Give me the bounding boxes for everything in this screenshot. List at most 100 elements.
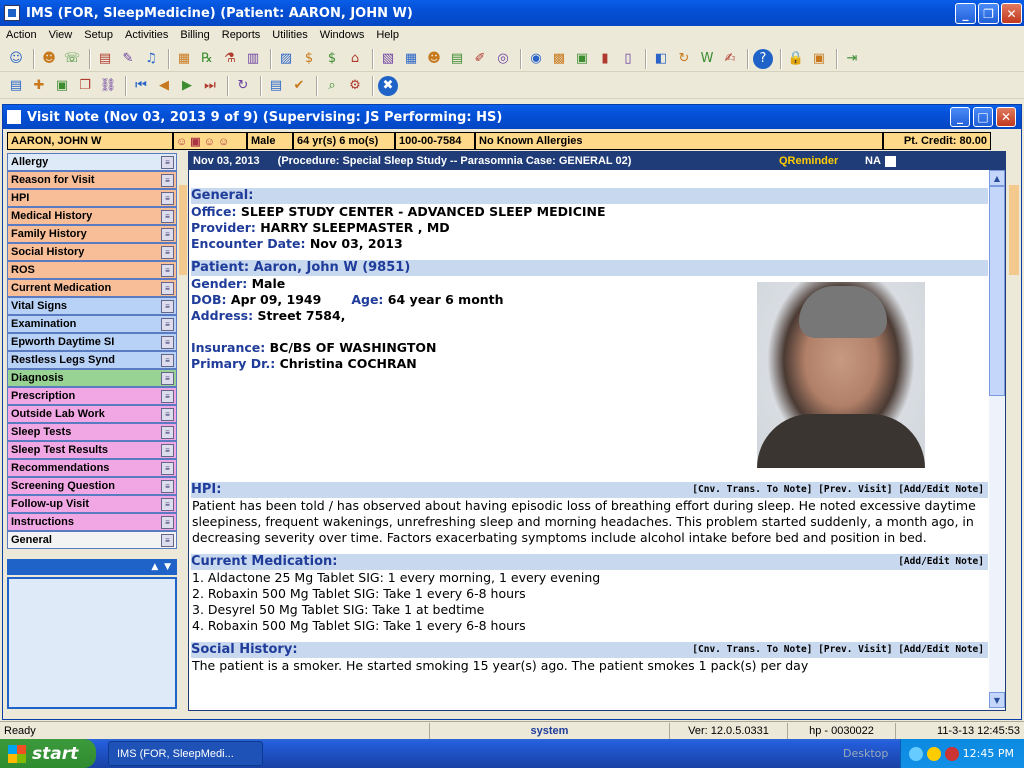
patient-icons[interactable]: ☺ ▣ ☺ ☺ [173, 132, 247, 150]
nav-scroll-arrows[interactable]: ▲ ▼ [7, 559, 177, 575]
new-icon[interactable]: ✚ [29, 76, 49, 96]
nav-item-medical-history[interactable]: Medical History ≡ [7, 207, 177, 225]
note-icon[interactable]: ≡ [161, 209, 174, 223]
minimize-button[interactable]: _ [955, 3, 976, 24]
gear-icon[interactable]: ⚙ [345, 76, 365, 96]
nav-item-family-history[interactable]: Family History ≡ [7, 225, 177, 243]
menu-utilities[interactable]: Utilities [266, 29, 313, 41]
start-button[interactable]: start [0, 739, 96, 768]
restore-button[interactable]: ❐ [978, 3, 999, 24]
note-icon[interactable]: ≡ [161, 191, 174, 205]
menu-windows[interactable]: Windows [314, 29, 371, 41]
note-icon[interactable]: ≡ [161, 155, 174, 169]
reload-icon[interactable]: ↻ [233, 76, 253, 96]
nav-item-sleep-tests[interactable]: Sleep Tests ≡ [7, 423, 177, 441]
note-icon[interactable]: ≡ [161, 461, 174, 475]
visit-maximize-button[interactable]: □ [973, 107, 993, 127]
menu-setup[interactable]: Setup [78, 29, 119, 41]
copy-icon[interactable]: ❐ [75, 76, 95, 96]
note-icon[interactable]: ≡ [161, 497, 174, 511]
right-splitter-tab[interactable] [1009, 185, 1019, 275]
visit-close-button[interactable]: ✕ [996, 107, 1016, 127]
note-icon[interactable]: ≡ [161, 299, 174, 313]
nav-item-diagnosis[interactable]: Diagnosis ≡ [7, 369, 177, 387]
na-toggle[interactable]: NA [865, 155, 896, 167]
nav-item-follow-up-visit[interactable]: Follow-up Visit ≡ [7, 495, 177, 513]
nav-item-prescription[interactable]: Prescription ≡ [7, 387, 177, 405]
nav-item-current-medication[interactable]: Current Medication ≡ [7, 279, 177, 297]
nav-item-allergy[interactable]: Allergy ≡ [7, 153, 177, 171]
close-button[interactable]: ✕ [1001, 3, 1022, 24]
globe-icon[interactable]: ◎ [493, 49, 513, 69]
nav-item-vital-signs[interactable]: Vital Signs ≡ [7, 297, 177, 315]
refresh-icon[interactable]: ↻ [674, 49, 694, 69]
dollar-card-icon[interactable]: $ [322, 49, 342, 69]
chart-icon[interactable]: ▦ [174, 49, 194, 69]
nav-item-examination[interactable]: Examination ≡ [7, 315, 177, 333]
dollar-icon[interactable]: $ [299, 49, 319, 69]
desktop-link[interactable]: Desktop [843, 747, 888, 760]
open-icon[interactable]: ▤ [6, 76, 26, 96]
menu-billing[interactable]: Billing [174, 29, 215, 41]
bar-chart-icon[interactable]: ▮ [595, 49, 615, 69]
note-icon[interactable]: ≡ [161, 389, 174, 403]
hpi-actions[interactable]: [Cnv. Trans. To Note] [Prev. Visit] [Add… [692, 482, 984, 498]
lock-icon[interactable]: 🔒 [786, 49, 806, 69]
nav-item-hpi[interactable]: HPI ≡ [7, 189, 177, 207]
invoice-icon[interactable]: ▧ [378, 49, 398, 69]
bank-icon[interactable]: ⌂ [345, 49, 365, 69]
search-icon[interactable]: ⌕ [322, 76, 342, 96]
note-icon[interactable]: ✍ [720, 49, 740, 69]
nav-item-epworth-daytime-si[interactable]: Epworth Daytime SI ≡ [7, 333, 177, 351]
tray-arrow-icon[interactable] [908, 746, 923, 761]
people-icon[interactable]: ☻ [424, 49, 444, 69]
nav-item-ros[interactable]: ROS ≡ [7, 261, 177, 279]
taskbar-item-ims[interactable]: IMS (FOR, SleepMedi... [108, 741, 263, 766]
clipboard-icon[interactable]: ▤ [266, 76, 286, 96]
word-icon[interactable]: W [697, 49, 717, 69]
menu-reports[interactable]: Reports [216, 29, 267, 41]
link-icon[interactable]: ⛓ [98, 76, 118, 96]
flask-icon[interactable]: ⚗ [220, 49, 240, 69]
note-icon[interactable]: ≡ [161, 515, 174, 529]
save-icon[interactable]: ▣ [52, 76, 72, 96]
nav-item-recommendations[interactable]: Recommendations ≡ [7, 459, 177, 477]
edit-icon[interactable]: ✎ [118, 49, 138, 69]
nav-item-restless-legs-synd[interactable]: Restless Legs Synd ≡ [7, 351, 177, 369]
form-icon[interactable]: ▣ [572, 49, 592, 69]
note-icon[interactable]: ≡ [161, 335, 174, 349]
nav-item-outside-lab-work[interactable]: Outside Lab Work ≡ [7, 405, 177, 423]
users-icon[interactable]: ☻ [39, 49, 59, 69]
note-icon[interactable]: ≡ [161, 443, 174, 457]
grid-icon[interactable]: ▦ [401, 49, 421, 69]
nav-item-screening-question[interactable]: Screening Question ≡ [7, 477, 177, 495]
user-icon[interactable]: ☺ [6, 49, 26, 69]
note-icon[interactable]: ≡ [161, 281, 174, 295]
menu-help[interactable]: Help [370, 29, 405, 41]
scroll-up-icon[interactable]: ▲ [989, 170, 1005, 186]
scroll-down-icon[interactable]: ▼ [989, 692, 1005, 708]
close-icon[interactable]: ✖ [378, 75, 398, 96]
note-icon[interactable]: ≡ [161, 263, 174, 277]
layers-icon[interactable]: ◧ [651, 49, 671, 69]
note-icon[interactable]: ≡ [161, 173, 174, 187]
tray-bluetooth-icon[interactable] [944, 746, 959, 761]
world-icon[interactable]: ◉ [526, 49, 546, 69]
tray-flower-icon[interactable] [926, 746, 941, 761]
left-splitter-tab[interactable] [179, 185, 187, 275]
first-icon[interactable]: ⏮ [131, 76, 151, 96]
menu-action[interactable]: Action [0, 29, 43, 41]
pen-icon[interactable]: ✐ [470, 49, 490, 69]
check-icon[interactable]: ✔ [289, 76, 309, 96]
nav-item-social-history[interactable]: Social History ≡ [7, 243, 177, 261]
mic-icon[interactable]: ♫ [141, 49, 161, 69]
nav-item-instructions[interactable]: Instructions ≡ [7, 513, 177, 531]
note-icon[interactable]: ≡ [161, 479, 174, 493]
lock2-icon[interactable]: ▣ [809, 49, 829, 69]
nav-item-reason-for-visit[interactable]: Reason for Visit ≡ [7, 171, 177, 189]
nav-item-general[interactable]: General ≡ [7, 531, 177, 549]
last-icon[interactable]: ⏭ [200, 76, 220, 96]
folder-grid-icon[interactable]: ▩ [549, 49, 569, 69]
note-icon[interactable]: ≡ [161, 533, 174, 547]
phone-icon[interactable]: ☏ [62, 49, 82, 69]
